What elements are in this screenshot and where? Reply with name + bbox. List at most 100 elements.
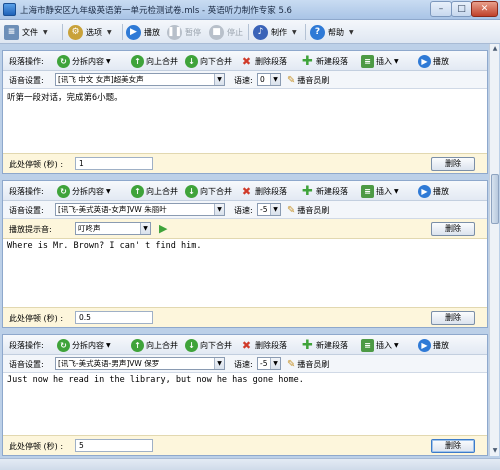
pause-button[interactable]: ❚❚ 暂停: [167, 23, 201, 41]
merge-up-button[interactable]: ↑ 向上合并: [131, 53, 178, 69]
speed-select[interactable]: 0 ▼: [257, 73, 281, 86]
toolbar-separator: [62, 24, 63, 40]
dropdown-arrow-icon: ▼: [349, 28, 354, 36]
status-bar: [0, 458, 500, 470]
insert-button[interactable]: ≡ 插入 ▼: [361, 337, 399, 353]
insert-button[interactable]: ≡ 插入 ▼: [361, 183, 399, 199]
pause-row: 此处停顿 (秒) : 1 删除: [3, 153, 487, 173]
minimize-button[interactable]: –: [430, 1, 452, 17]
new-segment-label: 新建段落: [316, 340, 348, 350]
dropdown-arrow-icon: ▼: [106, 57, 111, 65]
pause-row: 此处停顿 (秒) : 0.5 删除: [3, 307, 487, 327]
announcer-button[interactable]: ✎ 播音员刷: [287, 202, 329, 218]
delete-x-icon: ✖: [241, 184, 252, 198]
options-menu-button[interactable]: ⚙ 选项 ▼: [68, 23, 112, 41]
pause-label: 此处停顿 (秒) :: [9, 160, 64, 169]
voice-settings-row: 语音设置: [讯飞-美式英语-女声]VW 朱丽叶 ▼ 语速: -5 ▼ ✎ 播音…: [3, 201, 487, 219]
window-title: 上海市静安区九年级英语第一单元检测试卷.mls - 英语听力制作专家 5.6: [20, 6, 292, 16]
plus-icon: ✚: [302, 337, 313, 353]
prompt-sound-select[interactable]: 叮咚声 ▼: [75, 222, 151, 235]
scrollbar-thumb[interactable]: [491, 174, 499, 224]
segment-play-button[interactable]: ▶ 播放: [418, 337, 449, 353]
delete-segment-button[interactable]: ✖ 删除段落: [240, 337, 287, 353]
delete-segment-button[interactable]: ✖ 删除段落: [240, 53, 287, 69]
split-content-button[interactable]: ↻ 分拆内容 ▼: [57, 183, 111, 199]
make-label: 制作: [271, 27, 287, 37]
dropdown-arrow-icon: ▼: [106, 341, 111, 349]
vertical-scrollbar[interactable]: ▲ ▼: [489, 44, 499, 456]
plus-icon: ✚: [302, 53, 313, 69]
play-prompt-icon[interactable]: ▶: [159, 222, 167, 235]
scroll-down-icon[interactable]: ▼: [490, 446, 500, 456]
play-button[interactable]: ▶ 播放: [126, 23, 160, 41]
delete-prompt-button[interactable]: 删除: [431, 222, 475, 236]
voice-select[interactable]: [讯飞-美式英语-女声]VW 朱丽叶 ▼: [55, 203, 225, 216]
prompt-sound-row: 播放提示音: 叮咚声 ▼ ▶ 删除: [3, 219, 487, 239]
voice-select[interactable]: [讯飞-美式英语-男声]VW 保罗 ▼: [55, 357, 225, 370]
merge-up-button[interactable]: ↑ 向上合并: [131, 183, 178, 199]
split-label: 分拆内容: [72, 340, 104, 350]
delete-segment-button[interactable]: ✖ 删除段落: [240, 183, 287, 199]
announcer-button[interactable]: ✎ 播音员刷: [287, 356, 329, 372]
pause-seconds-input[interactable]: 0.5: [75, 311, 153, 324]
arrow-down-icon: ↓: [185, 54, 198, 68]
delete-pause-button[interactable]: 删除: [431, 311, 475, 325]
scroll-up-icon[interactable]: ▲: [490, 44, 500, 54]
insert-label: 插入: [376, 56, 392, 66]
toolbar-separator: [305, 24, 306, 40]
delete-segment-label: 删除段落: [255, 186, 287, 196]
voice-select-value: [讯飞-美式英语-男声]VW 保罗: [58, 359, 160, 368]
merge-up-button[interactable]: ↑ 向上合并: [131, 337, 178, 353]
file-menu-button[interactable]: ≡ 文件 ▼: [4, 23, 48, 41]
new-segment-button[interactable]: ✚ 新建段落: [301, 53, 348, 69]
delete-x-icon: ✖: [241, 54, 252, 68]
split-icon: ↻: [57, 54, 70, 68]
segment-play-button[interactable]: ▶ 播放: [418, 183, 449, 199]
delete-segment-label: 删除段落: [255, 340, 287, 350]
split-label: 分拆内容: [72, 56, 104, 66]
delete-pause-button[interactable]: 删除: [431, 439, 475, 453]
split-label: 分拆内容: [72, 186, 104, 196]
chevron-down-icon: ▼: [214, 74, 224, 85]
split-content-button[interactable]: ↻ 分拆内容 ▼: [57, 337, 111, 353]
split-icon: ↻: [57, 184, 70, 198]
insert-button[interactable]: ≡ 插入 ▼: [361, 53, 399, 69]
pause-seconds-input[interactable]: 1: [75, 157, 153, 170]
delete-pause-button[interactable]: 删除: [431, 157, 475, 171]
merge-down-button[interactable]: ↓ 向下合并: [185, 53, 232, 69]
stop-button[interactable]: ■ 停止: [209, 23, 243, 41]
file-label: 文件: [22, 27, 38, 37]
segment-text-area[interactable]: Just now he read in the library, but now…: [3, 373, 487, 435]
merge-down-button[interactable]: ↓ 向下合并: [185, 183, 232, 199]
chevron-down-icon: ▼: [270, 74, 280, 85]
segment-ops-label: 段落操作:: [9, 57, 44, 66]
merge-down-button[interactable]: ↓ 向下合并: [185, 337, 232, 353]
merge-down-label: 向下合并: [200, 340, 232, 350]
segment-toolbar: 段落操作: ↻ 分拆内容 ▼ ↑ 向上合并 ↓ 向下合并 ✖ 删除段落 ✚ 新建…: [3, 181, 487, 201]
pause-seconds-input[interactable]: 5: [75, 439, 153, 452]
speed-label: 语速:: [234, 76, 253, 85]
merge-up-label: 向上合并: [146, 340, 178, 350]
speed-select[interactable]: -5 ▼: [257, 203, 281, 216]
announcer-button[interactable]: ✎ 播音员刷: [287, 72, 329, 88]
help-menu-button[interactable]: ? 帮助 ▼: [310, 23, 354, 41]
chevron-down-icon: ▼: [270, 204, 280, 215]
toolbar-separator: [248, 24, 249, 40]
speed-select[interactable]: -5 ▼: [257, 357, 281, 370]
segment-ops-label: 段落操作:: [9, 341, 44, 350]
segment-text-area[interactable]: 听第一段对话，完成第6小题。: [3, 89, 487, 153]
new-segment-button[interactable]: ✚ 新建段落: [301, 183, 348, 199]
brush-icon: ✎: [287, 358, 296, 370]
close-button[interactable]: ✕: [471, 1, 498, 17]
split-content-button[interactable]: ↻ 分拆内容 ▼: [57, 53, 111, 69]
segment-play-label: 播放: [433, 56, 449, 66]
make-menu-button[interactable]: ♪ 制作 ▼: [253, 23, 297, 41]
maximize-button[interactable]: □: [451, 1, 472, 17]
segment-text-area[interactable]: Where is Mr. Brown? I can' t find him.: [3, 239, 487, 307]
voice-select[interactable]: [讯飞 中文 女声]超美女声 ▼: [55, 73, 225, 86]
segment-play-button[interactable]: ▶ 播放: [418, 53, 449, 69]
chevron-down-icon: ▼: [214, 204, 224, 215]
new-segment-button[interactable]: ✚ 新建段落: [301, 337, 348, 353]
segment-panel: 段落操作: ↻ 分拆内容 ▼ ↑ 向上合并 ↓ 向下合并 ✖ 删除段落 ✚ 新建…: [2, 180, 488, 328]
help-icon: ?: [310, 24, 325, 40]
